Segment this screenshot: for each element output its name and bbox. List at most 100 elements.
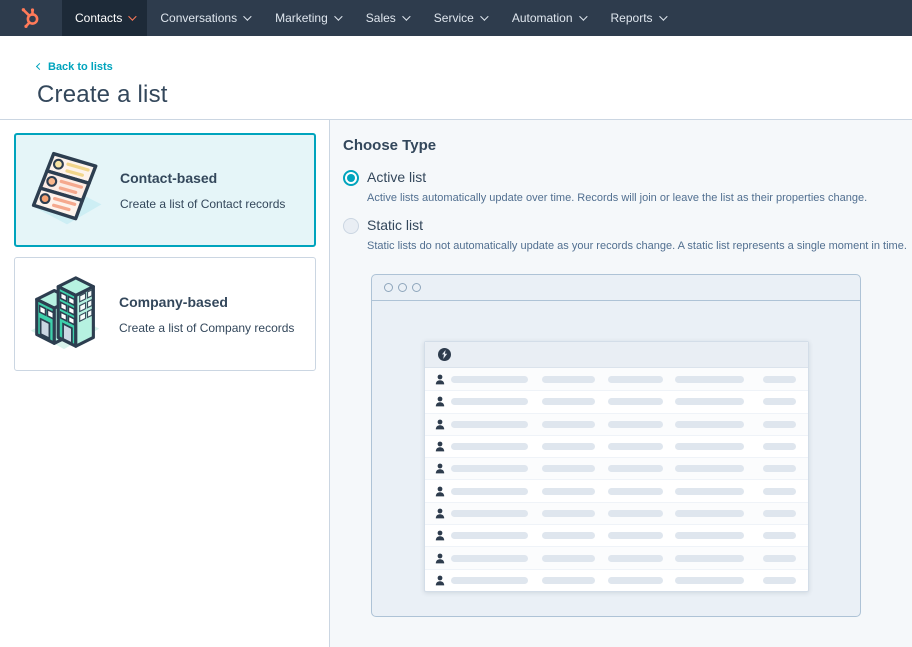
preview-table-header <box>425 342 808 368</box>
chevron-left-icon <box>36 63 43 70</box>
person-icon <box>435 374 445 385</box>
placeholder-bar <box>763 488 796 495</box>
placeholder-bar <box>675 465 744 472</box>
placeholder-bar <box>608 510 663 517</box>
back-link-label: Back to lists <box>48 61 113 73</box>
contact-based-card[interactable]: Contact-based Create a list of Contact r… <box>14 133 316 247</box>
page-title: Create a list <box>37 81 912 109</box>
top-nav: Contacts Conversations Marketing Sales S… <box>0 0 912 36</box>
placeholder-bar <box>451 577 528 584</box>
preview-table-body <box>425 368 808 591</box>
placeholder-bar <box>542 577 595 584</box>
preview-table-row <box>425 457 808 479</box>
active-list-radio[interactable] <box>343 170 359 186</box>
placeholder-bar <box>608 443 663 450</box>
placeholder-bar <box>763 398 796 405</box>
placeholder-bar <box>608 398 663 405</box>
nav-item-label: Sales <box>366 11 396 25</box>
placeholder-bar <box>763 510 796 517</box>
card-text: Company-based Create a list of Company r… <box>119 294 294 335</box>
hubspot-logo[interactable] <box>0 0 62 36</box>
placeholder-bar <box>542 421 595 428</box>
card-title: Company-based <box>119 294 294 310</box>
page-header: Back to lists Create a list <box>0 36 912 120</box>
placeholder-bar <box>542 532 595 539</box>
placeholder-bar <box>451 465 528 472</box>
placeholder-bar <box>675 443 744 450</box>
nav-item-service[interactable]: Service <box>421 0 499 36</box>
chevron-down-icon <box>243 12 251 20</box>
person-icon <box>435 441 445 452</box>
person-icon <box>435 486 445 497</box>
placeholder-bar <box>675 398 744 405</box>
nav-item-label: Reports <box>611 11 653 25</box>
placeholder-bar <box>608 376 663 383</box>
chevron-down-icon <box>129 12 137 20</box>
option-label[interactable]: Active list <box>367 169 867 185</box>
company-based-card[interactable]: Company-based Create a list of Company r… <box>14 257 316 371</box>
placeholder-bar <box>763 532 796 539</box>
nav-item-label: Service <box>434 11 474 25</box>
window-control-icon <box>398 283 407 292</box>
contact-list-illustration <box>16 146 120 234</box>
option-label[interactable]: Static list <box>367 217 907 233</box>
placeholder-bar <box>451 532 528 539</box>
nav-item-label: Marketing <box>275 11 328 25</box>
hubspot-sprocket-icon <box>20 7 42 29</box>
nav-item-automation[interactable]: Automation <box>499 0 598 36</box>
person-icon <box>435 553 445 564</box>
chevron-down-icon <box>402 12 410 20</box>
person-icon <box>435 575 445 586</box>
placeholder-bar <box>675 376 744 383</box>
person-icon <box>435 508 445 519</box>
placeholder-bar <box>675 421 744 428</box>
placeholder-bar <box>451 398 528 405</box>
placeholder-bar <box>608 421 663 428</box>
placeholder-bar <box>675 555 744 562</box>
placeholder-bar <box>608 555 663 562</box>
nav-item-sales[interactable]: Sales <box>353 0 421 36</box>
placeholder-bar <box>451 421 528 428</box>
preview-table-row <box>425 413 808 435</box>
nav-item-conversations[interactable]: Conversations <box>147 0 262 36</box>
placeholder-bar <box>763 555 796 562</box>
nav-item-marketing[interactable]: Marketing <box>262 0 353 36</box>
list-type-panel: Contact-based Create a list of Contact r… <box>0 120 330 647</box>
choose-type-heading: Choose Type <box>343 137 912 154</box>
placeholder-bar <box>542 376 595 383</box>
placeholder-bar <box>675 488 744 495</box>
person-icon <box>435 463 445 474</box>
card-subtitle: Create a list of Contact records <box>120 197 285 211</box>
hubspot-app: Contacts Conversations Marketing Sales S… <box>0 0 912 647</box>
card-subtitle: Create a list of Company records <box>119 321 294 335</box>
window-control-icon <box>384 283 393 292</box>
placeholder-bar <box>608 532 663 539</box>
content-area: Contact-based Create a list of Contact r… <box>0 120 912 647</box>
option-description: Static lists do not automatically update… <box>367 240 907 252</box>
nav-item-label: Automation <box>512 11 573 25</box>
chevron-down-icon <box>334 12 342 20</box>
placeholder-bar <box>451 510 528 517</box>
preview-table <box>424 341 809 592</box>
nav-item-label: Contacts <box>75 11 122 25</box>
placeholder-bar <box>608 577 663 584</box>
static-list-radio[interactable] <box>343 218 359 234</box>
placeholder-bar <box>675 532 744 539</box>
nav-item-reports[interactable]: Reports <box>598 0 678 36</box>
nav-item-label: Conversations <box>160 11 237 25</box>
card-title: Contact-based <box>120 170 285 186</box>
preview-table-row <box>425 569 808 591</box>
placeholder-bar <box>608 465 663 472</box>
placeholder-bar <box>451 376 528 383</box>
static-list-option: Static list Static lists do not automati… <box>343 217 912 252</box>
placeholder-bar <box>608 488 663 495</box>
back-to-lists-link[interactable]: Back to lists <box>37 61 113 73</box>
preview-table-row <box>425 546 808 568</box>
chevron-down-icon <box>579 12 587 20</box>
placeholder-bar <box>542 510 595 517</box>
preview-table-row <box>425 390 808 412</box>
nav-item-contacts[interactable]: Contacts <box>62 0 147 36</box>
placeholder-bar <box>763 376 796 383</box>
nav-menu: Contacts Conversations Marketing Sales S… <box>62 0 678 36</box>
chevron-down-icon <box>480 12 488 20</box>
